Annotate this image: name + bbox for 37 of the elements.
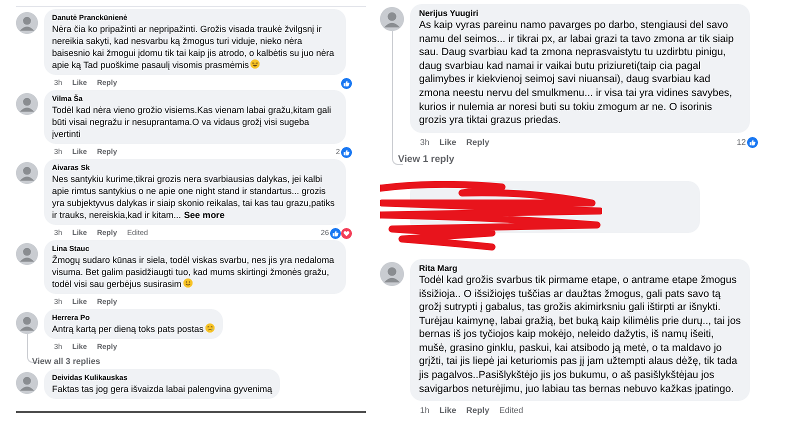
reaction-count[interactable]: 12 [736,136,746,150]
like-reaction-icon[interactable] [330,228,341,238]
like-link[interactable]: Like [439,404,456,418]
avatar[interactable] [16,162,38,184]
crying-emoji-icon [204,323,215,333]
like-reaction-icon[interactable] [747,137,758,148]
comment-text: Todėl kad grožis svarbus tik pirmame etape, o antrame etape žmogus išsižioja.. O išsižiojęs tuščias ar daužtas žmogus, gali pats savo tą grožį sutrypti į gabalus, tas grožis akimirksniu gali ištirpti ar išnykti. Turėjau kaimynę, labai gražią, bet buką kaip kilimėlis prie durų.., tai jos bernas iš jos tyčiojos kaip mokėjo, neleido dažytis, iš namų išeiti, mušė, grasino ginklu, paskui, kai atsibodo ją metė, o ta maldavo jo grįžti, tai jis liepė jai keturiomis pas jį jam užtempti alaus dėžę, tik tada jis pagalvos..Pasišlykštėjo jis jos bukumu, o aš pasišlykštėjau jos savigarbos neturėjimu, juo labiau tas bernas nebuvo kažkas įpatingo. [419,274,741,396]
edited-label: Edited [499,404,524,418]
love-reaction-icon[interactable] [341,228,352,238]
comment-time[interactable]: 3h [420,136,430,150]
comment-text: As kaip vyras pareinu namo pavarges po darbo, stengiausi del savo namu del seimos... ir tikrai px, ar labai grazi ta tavo zmona ar tik siaip sau. Daug svarbiau kad ta zmona neprasvaistytu tu uzdirbtu pinigu, daug svarbiau kad namai ir vaikai butu priziureti(taip cia pagal galimybes ir kiekvienoj seimoj savi niuansai), daug svarbiau kad zmona neestu nervu del smulkmenu... ir visa tai yra vidines savybes, kurios ir nulemia ar noresi buti su tokiu zmogum ar ne. O isorinis grozis yra tiktai grazus priedas. [419,18,735,128]
like-reaction-icon[interactable] [341,146,352,158]
laughing-emoji-icon [250,59,260,69]
avatar[interactable] [380,7,404,31]
reply-link[interactable]: Reply [466,136,490,150]
comment-text: Nes santykiu kurime,tikrai grozis nera svarbiausias dalykas, jei kalbi apie rimtus santykius o ne apie one night stand ir standartus... grozis yra subjektyvus dalykas ir siaip skonio reikalas, tai kas tau grazu,patiks ir trauks, nereiskia,kad ir kitam... See more [52,173,336,221]
comment-time[interactable]: 1h [420,404,430,418]
see-more-link[interactable]: See more [184,210,225,220]
avatar[interactable] [16,12,38,34]
comment-text: Nėra čia ko pripažinti ar nepripažinti. Grožis visada traukė žvilgsnį ir nereikia sakyti, kad nesvarbu ką žmogus turi viduje, nieko nėra baisesnio kai žmogui įdomu tik tai kaip jis atrodo, o kalbėtis su juo nėra apie ką Tad puoškime pasaulį visomis prasmėmis [52,23,336,71]
view-replies-link[interactable]: View all 3 replies [32,355,100,367]
avatar[interactable] [380,262,404,286]
avatar[interactable] [16,93,38,115]
comment-text: Faktas tas jog gera išvaizda labai palengvina gyvenimą [52,383,272,395]
author-name[interactable]: Rita Marg [419,262,741,274]
like-reaction-icon[interactable] [341,78,352,88]
reply-link[interactable]: Reply [466,404,490,418]
like-link[interactable]: Like [439,136,456,150]
avatar[interactable] [16,372,38,394]
comment-text: Todėl kad nėra vieno grožio visiems.Kas vienam labai gražu,kitam gali būti visai negražu ir nesuprantama.O va vidaus grožį visi sugeba įvertinti [52,104,332,140]
avatar[interactable] [16,312,38,334]
avatar[interactable] [16,243,38,265]
smiling-emoji-icon [182,278,193,288]
view-replies-link[interactable]: View 1 reply [398,153,454,167]
author-name[interactable]: Nerijus Yuugiri [419,8,741,19]
comment-text: Antrą kartą per dieną toks pats postas [52,323,215,335]
comment-text: Žmogų sudaro kūnas ir siela, todėl viskas svarbu, nes jis yra nedaloma visuma. Bet galim pasidžiaugti tuo, kad mums skirtingi žmonės gražu, todėl visi sau gerbėjus susirasim [52,254,336,290]
